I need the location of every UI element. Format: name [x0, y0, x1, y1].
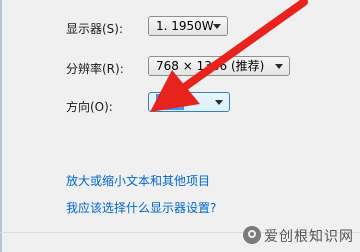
- display-dropdown-value: 1. 1950W: [156, 19, 214, 33]
- orientation-label: 方向(O):: [66, 100, 113, 114]
- resize-text-link[interactable]: 放大或缩小文本和其他项目: [66, 172, 210, 189]
- resolution-dropdown[interactable]: 768 × 1366 (推荐): [148, 56, 290, 76]
- display-dropdown[interactable]: 1. 1950W: [148, 16, 228, 36]
- watermark-logo-icon: [243, 226, 261, 244]
- watermark: 爱创根知识网: [243, 226, 354, 246]
- watermark-text: 爱创根知识网: [264, 229, 354, 245]
- chevron-down-icon: [275, 64, 283, 69]
- orientation-dropdown-value: 纵向: [156, 94, 185, 110]
- chevron-down-icon: [215, 100, 223, 105]
- display-label: 显示器(S):: [66, 22, 124, 36]
- chevron-down-icon: [213, 24, 221, 29]
- display-settings-help-link[interactable]: 我应该选择什么显示器设置?: [66, 199, 216, 216]
- window-left-border: [0, 0, 2, 252]
- resolution-label: 分辨率(R):: [66, 62, 124, 76]
- resolution-dropdown-value: 768 × 1366 (推荐): [156, 59, 265, 73]
- orientation-dropdown[interactable]: 纵向: [148, 92, 230, 112]
